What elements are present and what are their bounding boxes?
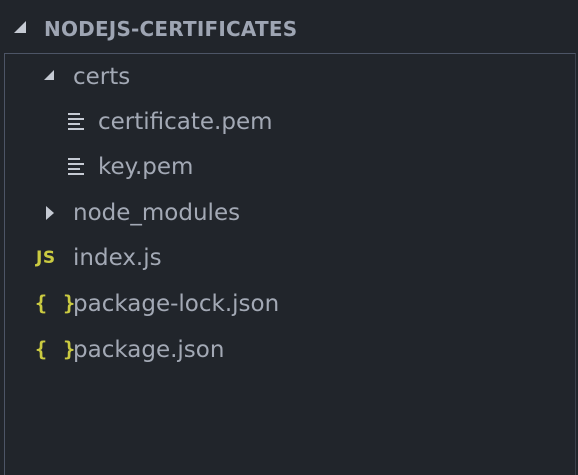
json-file-icon: { } — [35, 291, 78, 315]
text-file-icon — [68, 158, 86, 176]
tree-item-certs[interactable]: certs — [5, 54, 575, 99]
file-tree: certs certificate.pem key.pem node_modul… — [4, 53, 576, 475]
tree-item-label: package.json — [73, 337, 225, 363]
chevron-down-icon[interactable] — [14, 21, 26, 33]
file-explorer: NODEJS-CERTIFICATES certs certificate.pe… — [0, 0, 578, 475]
tree-item-package-json[interactable]: { } package.json — [5, 327, 575, 372]
tree-item-label: certificate.pem — [98, 109, 273, 135]
chevron-down-icon[interactable] — [44, 70, 54, 80]
tree-item-certificate-pem[interactable]: certificate.pem — [5, 99, 575, 144]
tree-item-index-js[interactable]: JS index.js — [5, 235, 575, 280]
tree-item-label: node_modules — [73, 200, 241, 226]
explorer-section-header[interactable]: NODEJS-CERTIFICATES — [0, 0, 578, 56]
chevron-right-icon[interactable] — [46, 206, 54, 220]
tree-item-label: package-lock.json — [73, 291, 280, 317]
tree-item-label: certs — [73, 64, 131, 90]
text-file-icon — [68, 113, 86, 131]
js-file-icon: JS — [36, 248, 56, 268]
section-title: NODEJS-CERTIFICATES — [44, 17, 298, 41]
tree-item-key-pem[interactable]: key.pem — [5, 144, 575, 189]
tree-item-package-lock-json[interactable]: { } package-lock.json — [5, 281, 575, 326]
json-file-icon: { } — [35, 337, 78, 361]
tree-item-label: index.js — [73, 245, 162, 271]
tree-item-label: key.pem — [98, 154, 194, 180]
tree-item-node-modules[interactable]: node_modules — [5, 190, 575, 235]
